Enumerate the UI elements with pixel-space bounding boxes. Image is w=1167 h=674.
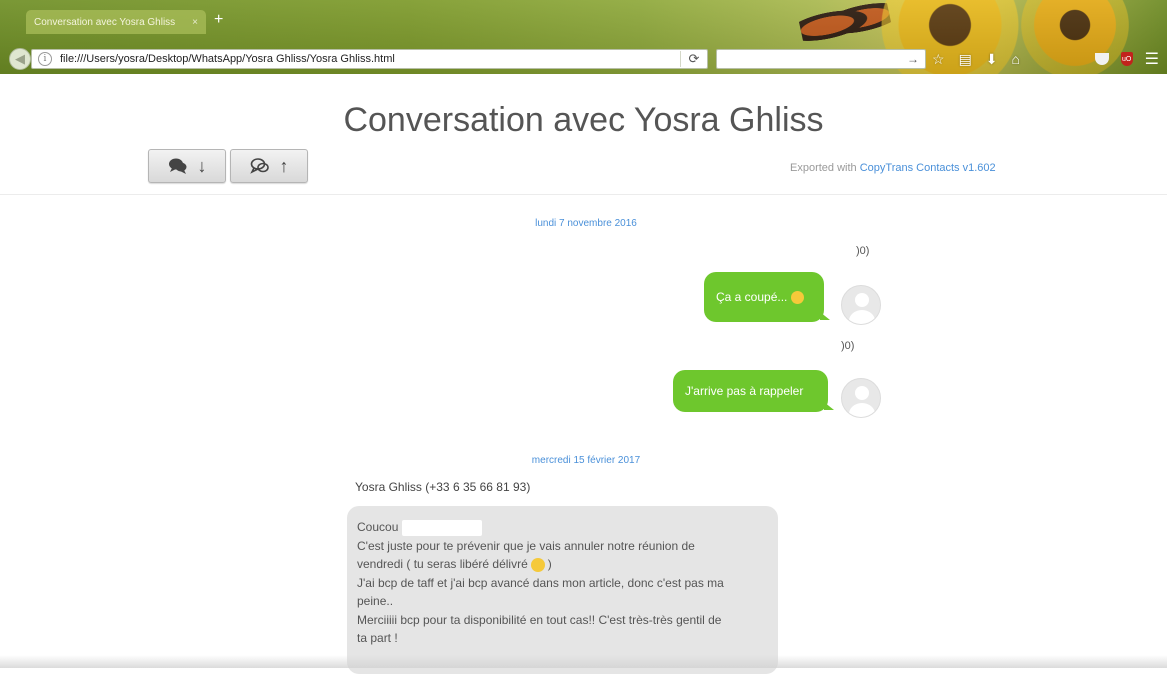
sender-label: )0) [856,245,870,257]
emoji-icon [791,290,805,304]
url-text[interactable]: file:///Users/yosra/Desktop/WhatsApp/Yos… [60,53,680,65]
message-line: vendredi ( tu seras libéré délivré) [357,555,768,574]
url-bar[interactable]: i file:///Users/yosra/Desktop/WhatsApp/Y… [31,49,708,69]
ublock-icon[interactable]: uO [1120,52,1133,66]
outgoing-message: J'arrive pas à rappeler [673,370,834,412]
incoming-message: Coucou C'est juste pour te prévenir que … [347,506,778,674]
reading-list-icon[interactable]: ▤ [959,51,972,68]
outgoing-message: Ça a coupé... [704,272,830,322]
avatar [841,378,881,418]
browser-chrome: Conversation avec Yosra Ghliss × + ◀ i f… [0,0,1167,74]
info-icon[interactable]: i [38,52,52,66]
message-text: ) [547,557,552,571]
message-text: vendredi ( tu seras libéré délivré [357,557,528,571]
arrow-down-icon: ↓ [197,156,207,176]
arrow-up-icon: ↑ [279,156,289,176]
header-divider [0,194,1167,195]
message-line: ta part ! [357,631,398,645]
message-text: Ça a coupé... [716,290,788,304]
search-input[interactable]: → [716,49,926,69]
message-line: Coucou [357,518,768,537]
bottom-shadow [0,655,1167,668]
message-line: peine.. [357,594,394,608]
message-line: J'ai bcp de taff et j'ai bcp avancé dans… [357,575,724,590]
copytrans-link[interactable]: CopyTrans Contacts v1.602 [860,162,996,174]
toolbar-right: uO ☰ [1094,48,1159,70]
message-text: J'arrive pas à rappeler [685,384,804,398]
pocket-icon[interactable] [1094,53,1109,65]
star-icon[interactable]: ☆ [932,51,945,68]
tab-title: Conversation avec Yosra Ghliss [34,16,176,28]
page-title: Conversation avec Yosra Ghliss [343,101,824,139]
chat-bubbles-filled-icon [168,158,186,174]
export-prefix: Exported with [790,162,860,174]
back-icon[interactable]: ◀ [9,48,31,70]
scroll-up-button[interactable]: ↑ [230,149,308,183]
export-credit: Exported with CopyTrans Contacts v1.602 [790,162,996,174]
date-separator: lundi 7 novembre 2016 [535,218,637,229]
sender-label: Yosra Ghliss (+33 6 35 66 81 93) [355,480,531,494]
tab-close-icon[interactable]: × [192,17,198,28]
wink-emoji-icon [530,557,545,572]
sender-label: )0) [841,340,855,352]
browser-tab[interactable]: Conversation avec Yosra Ghliss × [26,10,206,34]
menu-icon[interactable]: ☰ [1145,49,1159,69]
message-text: Coucou [357,520,399,534]
toolbar-icons: ☆ ▤ ⬇ ⌂ [932,49,1020,69]
chat-bubbles-outline-icon [249,158,269,174]
download-icon[interactable]: ⬇ [986,51,998,68]
reload-icon[interactable]: ⟳ [680,51,707,67]
message-line: C'est juste pour te prévenir que je vais… [357,538,695,553]
scroll-down-button[interactable]: ↓ [148,149,226,183]
search-go-icon[interactable]: → [907,52,919,66]
date-separator: mercredi 15 février 2017 [531,455,641,466]
home-icon[interactable]: ⌂ [1012,51,1020,67]
new-tab-icon[interactable]: + [214,11,223,29]
message-line: Merciiiii bcp pour ta disponibilité en t… [357,612,722,627]
avatar [841,285,881,325]
redacted-area [402,519,483,536]
